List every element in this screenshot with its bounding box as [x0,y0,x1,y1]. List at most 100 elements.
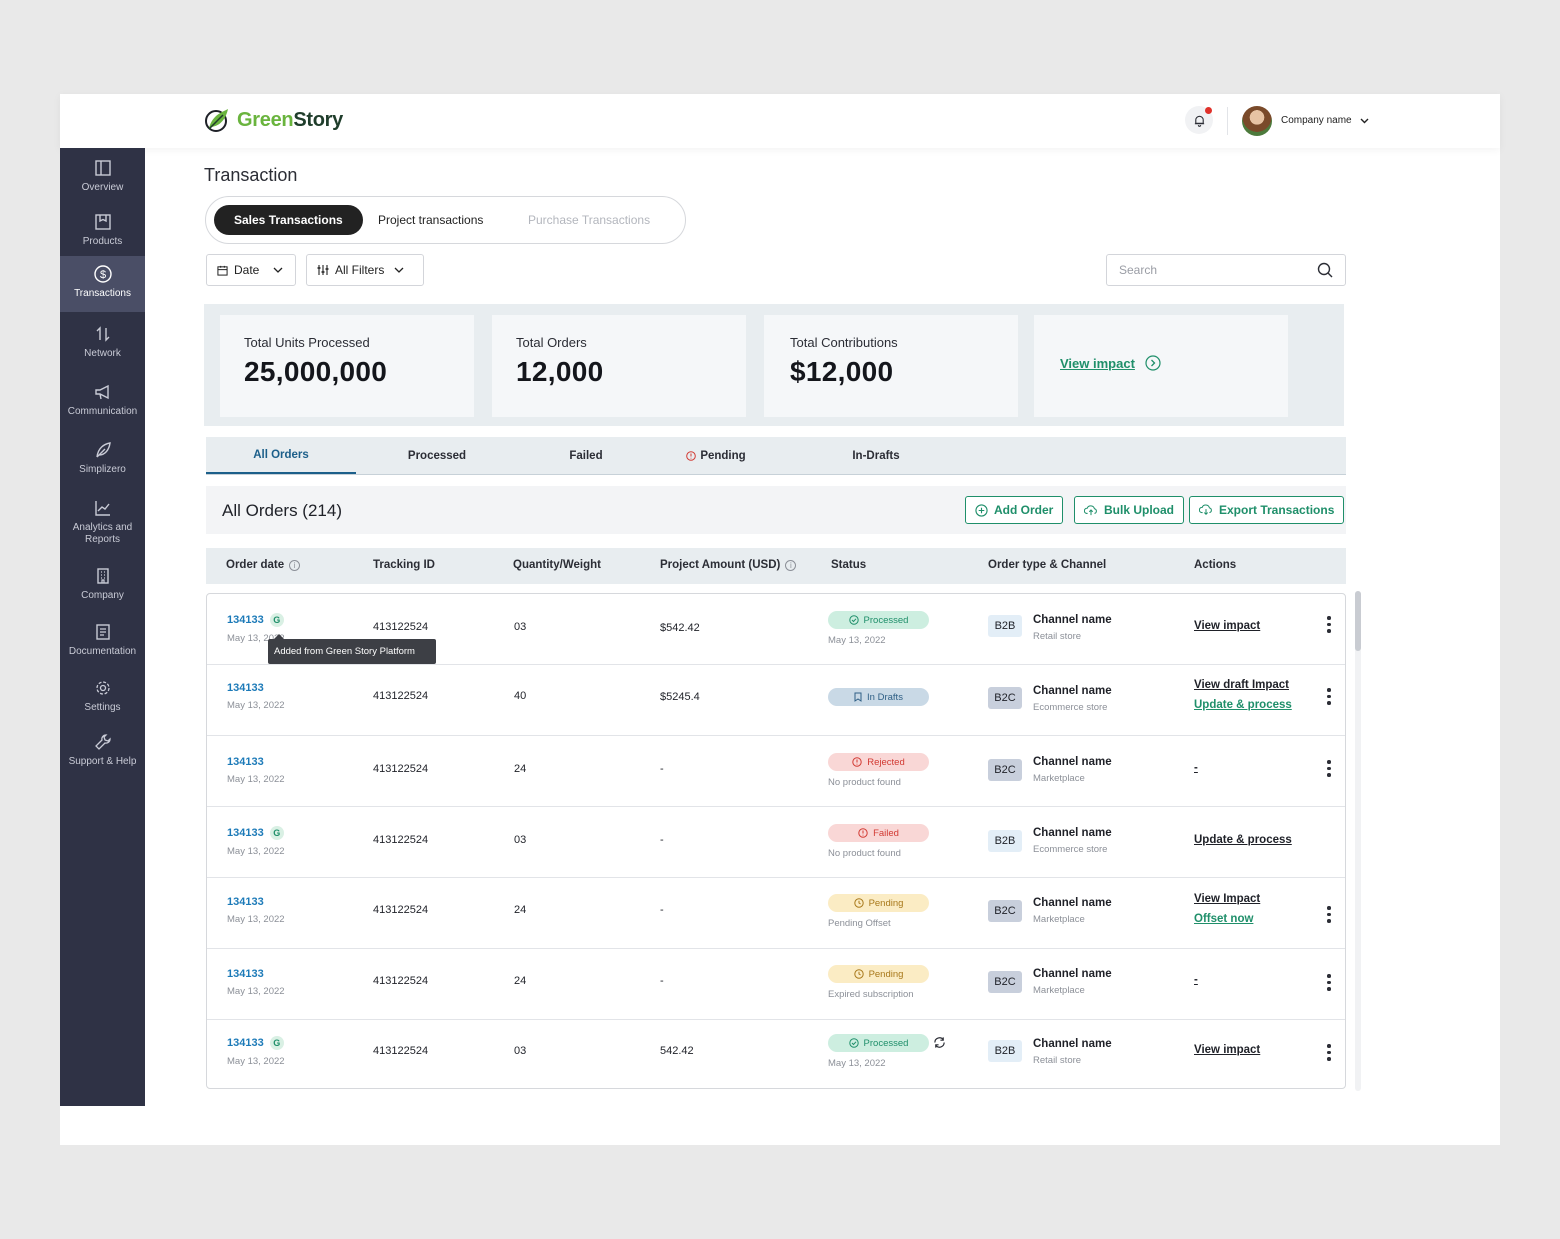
row-menu-icon[interactable] [1327,974,1331,991]
check-circle-icon [848,615,859,625]
sidebar-item-transactions[interactable]: $ Transactions [60,256,145,312]
update-process-link[interactable]: Update & process [1194,699,1292,711]
notification-dot [1205,107,1212,114]
tab-pending[interactable]: Pending [641,437,791,474]
sidebar-item-settings[interactable]: Settings [60,678,145,718]
table-row[interactable]: 134133 May 13, 2022 413122524 24 - Rejec… [207,736,1345,807]
order-id-link[interactable]: 134133 [227,756,285,768]
tab-sales-transactions[interactable]: Sales Transactions [214,205,363,235]
tab-failed[interactable]: Failed [511,437,661,474]
clock-icon [853,898,864,908]
sidebar-item-communication[interactable]: Communication [60,382,145,422]
channel-type: Marketplace [1033,773,1085,784]
order-id-link[interactable]: 134133 [227,968,285,980]
green-story-badge[interactable]: G [269,1036,284,1050]
info-icon[interactable]: i [289,559,301,571]
clock-icon [853,969,864,979]
view-impact-link[interactable]: View impact [1194,1044,1260,1056]
column-project-amount[interactable]: Project Amount (USD) i [660,559,797,571]
view-impact-link[interactable]: View impact [1194,620,1260,632]
table-row[interactable]: 134133 May 13, 2022 413122524 24 - Pendi… [207,949,1345,1020]
sidebar-item-company[interactable]: Company [60,566,145,606]
info-icon[interactable]: i [785,559,797,571]
sidebar-item-analytics[interactable]: Analytics and Reports [60,498,145,550]
export-transactions-button[interactable]: Export Transactions [1189,496,1345,524]
green-story-tooltip: Added from Green Story Platform [268,634,436,664]
tab-all-orders[interactable]: All Orders [206,437,356,474]
scrollbar-thumb[interactable] [1355,591,1361,651]
sidebar-item-products[interactable]: Products [60,212,145,252]
transaction-type-switch: Sales Transactions Project transactions … [205,196,686,244]
view-impact-link[interactable]: View impact [1060,355,1161,371]
bulk-upload-label: Bulk Upload [1104,503,1175,517]
row-menu-icon[interactable] [1327,760,1331,777]
view-draft-impact-link[interactable]: View draft Impact [1194,679,1292,691]
company-menu[interactable]: Company name [1281,115,1369,126]
orders-header: All Orders (214) Add Order Bulk Upload E… [206,486,1346,534]
wrench-icon [94,734,111,750]
order-id-link[interactable]: 134133 G [227,1036,285,1050]
all-filters-label: All Filters [335,263,385,277]
search-input[interactable] [1119,263,1299,277]
update-process-link[interactable]: Update & process [1194,834,1292,846]
sync-icon[interactable] [933,1036,946,1052]
column-actions[interactable]: Actions [1194,559,1236,571]
add-order-button[interactable]: Add Order [965,496,1064,524]
order-id-link[interactable]: 134133 G [227,826,285,840]
column-order-date[interactable]: Order date i [226,559,301,571]
sidebar-item-support[interactable]: Support & Help [60,732,145,772]
row-menu-icon[interactable] [1327,688,1331,705]
search-icon[interactable] [1317,262,1333,278]
order-id-link[interactable]: 134133 G [227,613,285,627]
brand-logo[interactable]: GreenStory [203,106,343,134]
project-amount: $542.42 [660,622,700,634]
quantity: 24 [514,763,527,775]
table-row[interactable]: 134133 G May 13, 2022 413122524 03 - Fail… [207,807,1345,878]
order-id-link[interactable]: 134133 [227,682,285,694]
sidebar-item-simplizero[interactable]: Simplizero [60,440,145,480]
all-filters-button[interactable]: All Filters [306,254,424,286]
row-menu-icon[interactable] [1327,906,1331,923]
column-order-type[interactable]: Order type & Channel [988,559,1106,571]
order-id-link[interactable]: 134133 [227,896,285,908]
channel-type: Retail store [1033,631,1082,642]
column-status[interactable]: Status [831,559,866,571]
notifications-button[interactable] [1185,106,1213,134]
project-amount: $5245.4 [660,691,700,703]
tracking-id: 413122524 [373,904,429,916]
offset-now-link[interactable]: Offset now [1194,913,1260,925]
date-filter-label: Date [234,263,260,277]
tracking-id: 413122524 [373,690,429,702]
tab-project-transactions[interactable]: Project transactions [358,205,503,235]
table-scrollbar[interactable] [1355,591,1361,1091]
action-placeholder: - [1194,762,1198,774]
date-filter[interactable]: Date [206,254,296,286]
green-story-badge[interactable]: G [269,826,284,840]
order-date: May 13, 2022 [227,1056,285,1067]
tab-processed[interactable]: Processed [362,437,512,474]
chart-icon [94,501,110,516]
table-row[interactable]: 134133 G May 13, 2022 413122524 03 542.42… [207,1020,1345,1088]
alert-circle-icon [858,828,868,838]
status-subtext: May 13, 2022 [828,635,886,646]
sidebar-item-documentation[interactable]: Documentation [60,622,145,662]
row-menu-icon[interactable] [1327,616,1331,633]
table-row[interactable]: 134133 May 13, 2022 413122524 24 - Pendi… [207,878,1345,949]
company-name: Company name [1281,115,1352,126]
stats-panel: Total Units Processed 25,000,000 Total O… [204,304,1344,426]
quantity: 40 [514,690,527,702]
column-quantity[interactable]: Quantity/Weight [513,559,601,571]
green-story-badge[interactable]: G [269,613,284,627]
bulk-upload-button[interactable]: Bulk Upload [1074,496,1185,524]
table-header: Order date i Tracking ID Quantity/Weight … [206,548,1346,584]
row-menu-icon[interactable] [1327,1044,1331,1061]
user-avatar[interactable] [1242,106,1272,136]
table-row[interactable]: 134133 May 13, 2022 413122524 40 $5245.4… [207,665,1345,736]
column-tracking-id[interactable]: Tracking ID [373,559,435,571]
tab-in-drafts[interactable]: In-Drafts [801,437,951,474]
sidebar-item-overview[interactable]: Overview [60,158,145,198]
tab-purchase-transactions[interactable]: Purchase Transactions [508,205,670,235]
stat-total-orders: Total Orders 12,000 [492,315,746,417]
view-impact-link[interactable]: View Impact [1194,893,1260,905]
sidebar-item-network[interactable]: Network [60,324,145,364]
